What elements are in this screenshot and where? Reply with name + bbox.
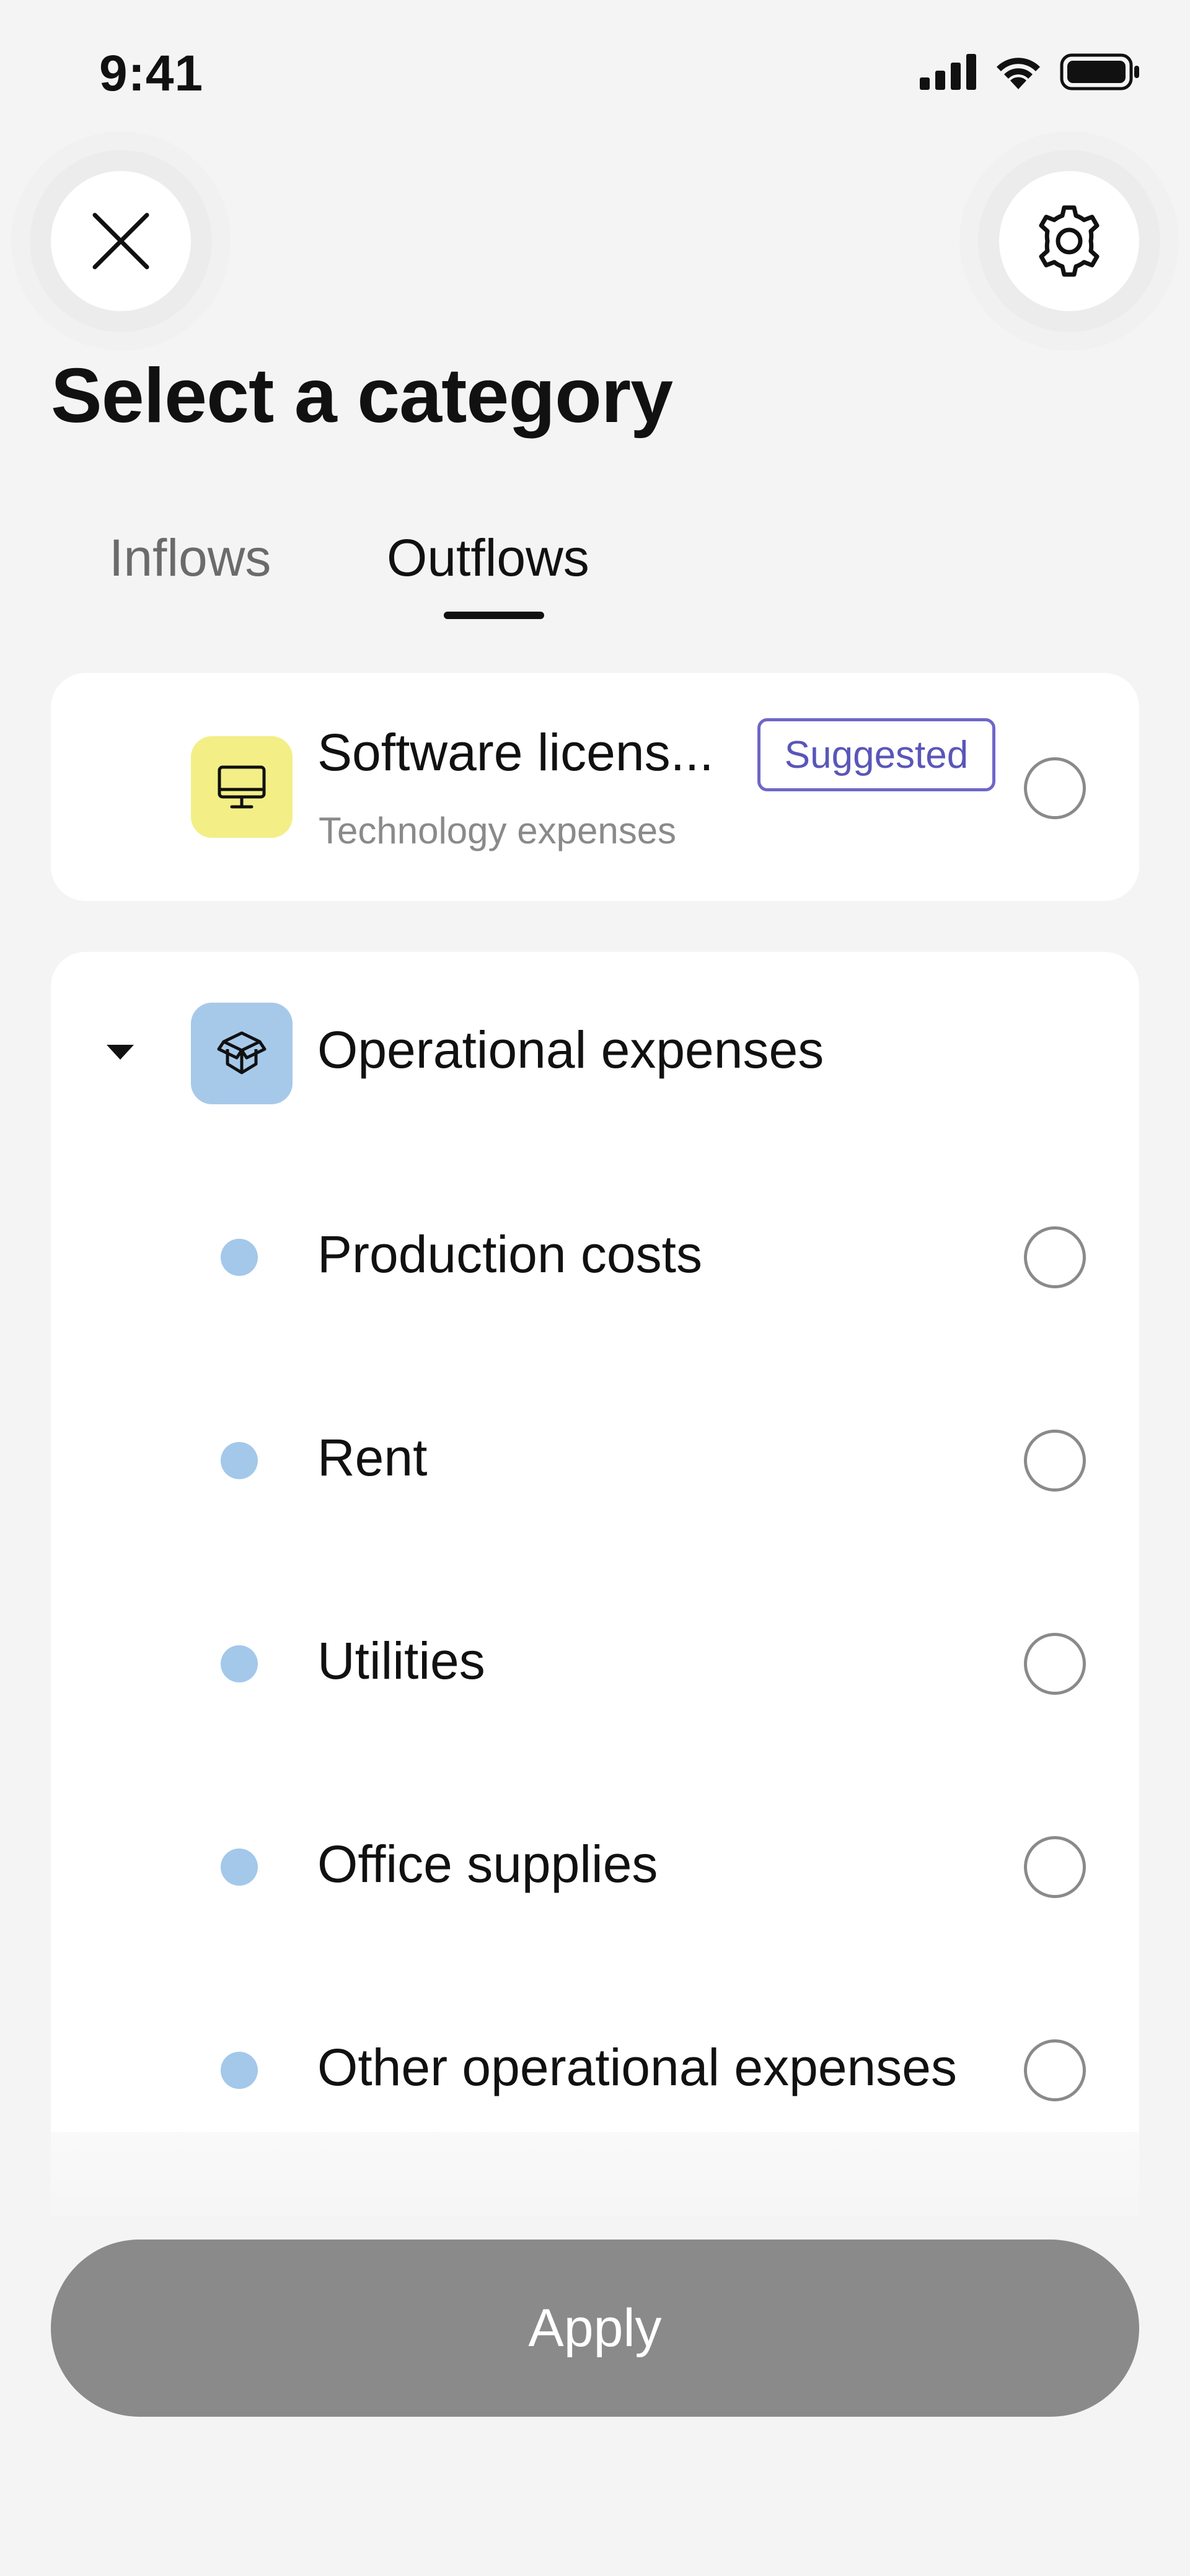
tab-outflows[interactable]: Outflows bbox=[387, 527, 589, 589]
suggested-category-parent: Technology expenses bbox=[319, 810, 677, 851]
close-icon bbox=[92, 213, 149, 270]
settings-button[interactable] bbox=[999, 171, 1139, 311]
category-icon-tile bbox=[191, 1003, 293, 1104]
signal-icon bbox=[920, 54, 976, 90]
suggested-category-radio[interactable] bbox=[1024, 757, 1086, 819]
list-item-label: Utilities bbox=[317, 1632, 485, 1690]
list-item-radio[interactable] bbox=[1024, 1430, 1086, 1492]
category-dot bbox=[221, 1645, 258, 1682]
list-item[interactable]: Utilities bbox=[51, 1562, 1139, 1765]
wifi-icon bbox=[997, 58, 1040, 89]
list-item-radio[interactable] bbox=[1024, 2039, 1086, 2101]
list-item-radio[interactable] bbox=[1024, 1226, 1086, 1288]
group-name: Operational expenses bbox=[317, 1021, 824, 1079]
suggested-category-name: Software licens... bbox=[317, 723, 714, 781]
page-title: Select a category bbox=[51, 353, 673, 439]
category-group-card: Operational expenses Production costs Re… bbox=[51, 952, 1139, 2216]
status-time: 9:41 bbox=[99, 45, 204, 102]
status-icons bbox=[920, 53, 1140, 90]
list-item[interactable]: Production costs bbox=[51, 1155, 1139, 1358]
close-button[interactable] bbox=[51, 171, 191, 311]
apply-button[interactable]: Apply bbox=[51, 2240, 1139, 2417]
list-item-label: Office supplies bbox=[317, 1835, 658, 1893]
category-icon-tile bbox=[191, 736, 293, 838]
list-item-radio[interactable] bbox=[1024, 1836, 1086, 1898]
gear-icon bbox=[1039, 205, 1100, 277]
battery-icon bbox=[1060, 53, 1139, 90]
category-dot bbox=[221, 2052, 258, 2089]
list-item-radio[interactable] bbox=[1024, 1633, 1086, 1695]
category-dot bbox=[221, 1848, 258, 1886]
monitor-icon bbox=[218, 765, 266, 809]
tab-bar: Inflows Outflows bbox=[0, 527, 1190, 626]
active-tab-indicator bbox=[444, 612, 544, 619]
list-item[interactable]: Office supplies bbox=[51, 1765, 1139, 1968]
tab-inflows[interactable]: Inflows bbox=[109, 527, 271, 589]
suggested-badge: Suggested bbox=[757, 718, 995, 791]
category-dot bbox=[221, 1442, 258, 1479]
category-dot bbox=[221, 1239, 258, 1276]
list-item-label: Other operational expenses bbox=[317, 2038, 957, 2096]
scroll-fade bbox=[51, 2132, 1139, 2256]
list-item[interactable]: Rent bbox=[51, 1358, 1139, 1562]
list-item-label: Rent bbox=[317, 1428, 428, 1487]
status-bar: 9:41 bbox=[0, 0, 1190, 149]
list-item-label: Production costs bbox=[317, 1225, 702, 1283]
collapse-caret-icon[interactable] bbox=[107, 1045, 134, 1060]
box-icon bbox=[217, 1031, 267, 1075]
suggested-category-card[interactable]: Software licens... Technology expenses S… bbox=[51, 673, 1139, 901]
